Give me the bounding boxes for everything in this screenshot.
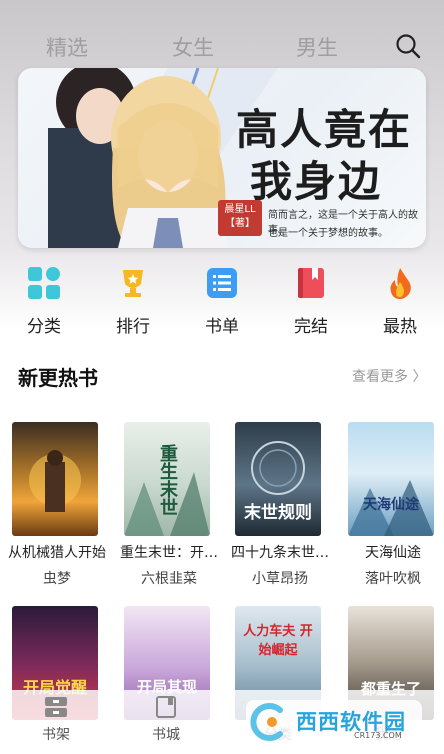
book-author: 虫梦	[43, 571, 71, 587]
cover-title: 末世规则	[244, 503, 312, 523]
banner-author-role: 【著】	[225, 218, 255, 229]
promo-banner[interactable]: 高人竟在 我身边 晨星LL 【著】 简而言之，这是一个关于高人的故事。 也是一个…	[18, 68, 426, 248]
book-card[interactable]: 天海仙途 天海仙途 落叶吹枫	[348, 422, 434, 587]
banner-title-line2: 我身边	[250, 157, 383, 206]
book-cover: 重生末世	[124, 422, 210, 536]
cover-title: 重生末世	[157, 444, 178, 516]
see-more-link[interactable]: 查看更多 〉	[352, 366, 426, 386]
nav-bookstore[interactable]: 书城	[136, 696, 196, 744]
book-author: 落叶吹枫	[365, 571, 421, 587]
flame-icon	[383, 266, 417, 300]
watermark-subtext: CR173.COM	[354, 731, 402, 740]
book-title: 重生末世：开…	[120, 545, 218, 561]
bookshelf-icon	[44, 696, 68, 718]
cover-title: 天海仙途	[363, 497, 419, 513]
book-card[interactable]: 重生末世 重生末世：开… 六根韭菜	[120, 422, 218, 587]
book-author: 六根韭菜	[141, 571, 197, 587]
cover-title: 人力车夫 开始崛起	[243, 624, 313, 658]
grid-icon	[27, 266, 61, 300]
store-icon	[154, 696, 178, 718]
nav-bookshelf[interactable]: 书架	[26, 696, 86, 744]
category-shortcuts: 分类 排行 书单 完结 最热	[0, 258, 444, 338]
section-title: 新更热书	[18, 366, 98, 390]
site-watermark: 西西软件园 CR173.COM	[246, 700, 422, 744]
book-title: 天海仙途	[365, 545, 421, 561]
banner-author-badge: 晨星LL 【著】	[218, 200, 262, 236]
banner-author-name: 晨星LL	[224, 204, 256, 215]
shortcut-label: 书单	[205, 317, 239, 337]
book-cover: 末世规则	[235, 422, 321, 536]
shortcut-classify[interactable]: 分类	[9, 266, 79, 337]
book-cover: 天海仙途	[348, 422, 434, 536]
shortcut-label: 排行	[116, 317, 150, 337]
book-author: 小草昂扬	[252, 571, 308, 587]
nav-label: 书城	[152, 727, 180, 743]
trophy-icon	[116, 266, 150, 300]
banner-desc-line2: 也是一个关于梦想的故事。	[268, 228, 388, 239]
book-title: 从机械猎人开始	[8, 545, 106, 561]
shortcut-booklist[interactable]: 书单	[187, 266, 257, 337]
book-card[interactable]: 末世规则 四十九条末世… 小草昂扬	[231, 422, 329, 587]
book-title: 四十九条末世…	[231, 545, 329, 561]
list-icon	[205, 266, 239, 300]
tab-male[interactable]: 男生	[296, 32, 338, 62]
search-icon[interactable]	[394, 32, 422, 60]
tab-featured[interactable]: 精选	[46, 32, 88, 62]
tab-female[interactable]: 女生	[172, 32, 214, 62]
book-card[interactable]: 从机械猎人开始 虫梦	[8, 422, 106, 587]
nav-label: 书架	[42, 727, 70, 743]
shortcut-ranking[interactable]: 排行	[98, 266, 168, 337]
shortcut-finished[interactable]: 完结	[276, 266, 346, 337]
shortcut-label: 分类	[27, 317, 61, 337]
book-icon	[294, 266, 328, 300]
watermark-logo-icon	[250, 703, 283, 741]
shortcut-hottest[interactable]: 最热	[365, 266, 435, 337]
shortcut-label: 完结	[294, 317, 328, 337]
shortcut-label: 最热	[383, 317, 417, 337]
book-cover	[12, 422, 98, 536]
